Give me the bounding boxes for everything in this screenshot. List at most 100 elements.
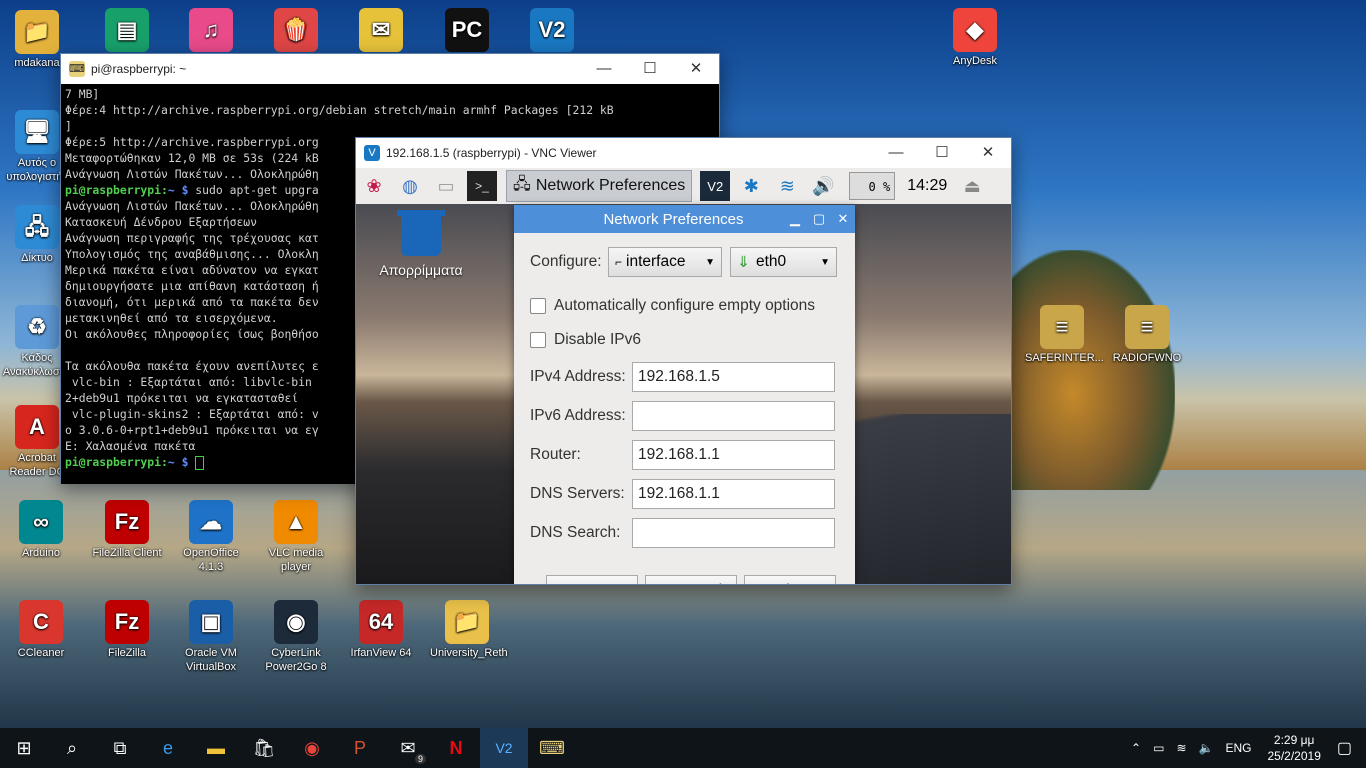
eject-icon[interactable]: ⏏ xyxy=(957,171,987,201)
disable-ipv6-row[interactable]: Disable IPv6 xyxy=(530,331,641,349)
netflix-icon[interactable]: N xyxy=(432,728,480,768)
bluetooth-icon[interactable]: ✱ xyxy=(736,171,766,201)
apply-button[interactable]: Εφαρμογή xyxy=(645,575,737,584)
search-icon[interactable]: ⌕ xyxy=(48,728,96,768)
raspberry-menu-icon[interactable]: ❀ xyxy=(359,171,389,201)
taskbar-network-preferences[interactable]: 🖧 Network Preferences xyxy=(506,170,693,202)
openoffice-icon: ☁ xyxy=(189,500,233,544)
vnc-titlebar[interactable]: V 192.168.1.5 (raspberrypi) - VNC Viewer… xyxy=(356,138,1011,168)
battery-icon[interactable]: ▭ xyxy=(1153,741,1164,755)
np-maximize-button[interactable]: ▢ xyxy=(807,211,831,227)
desktop-icon-saferinter[interactable]: ≡ SAFERINTER... xyxy=(1025,305,1104,365)
prompt-sep: : xyxy=(161,183,168,197)
configure-type-select[interactable]: ⌐ interface ▼ xyxy=(608,247,722,277)
language-indicator[interactable]: ENG xyxy=(1225,741,1251,755)
cpu-monitor[interactable]: 0 % xyxy=(849,172,896,200)
desktop-icon-virtualbox[interactable]: ▣ Oracle VM VirtualBox xyxy=(174,600,248,674)
vnc-taskbar-icon[interactable]: V2 xyxy=(480,728,528,768)
disable-ipv6-checkbox[interactable] xyxy=(530,332,546,348)
desktop-icon-label: FileZilla Client xyxy=(92,547,162,559)
file-manager-icon[interactable]: ▭ xyxy=(431,171,461,201)
acrobat-icon: A xyxy=(15,405,59,449)
vnc-minimize-button[interactable]: — xyxy=(873,138,919,168)
folder-icon: 📁 xyxy=(445,600,489,644)
auto-configure-row[interactable]: Automatically configure empty options xyxy=(530,297,815,315)
pi-screen[interactable]: ❀ ◍ ▭ >_ 🖧 Network Preferences V2 ✱ ≋ 🔊 … xyxy=(356,168,1011,584)
filezilla-icon: Fz xyxy=(105,600,149,644)
trash-desktop-icon[interactable]: Απορρίμματα xyxy=(376,210,466,278)
terminal-line: Φέρε:4 http://archive.raspberrypi.org/de… xyxy=(65,103,614,117)
interface-value: eth0 xyxy=(756,253,787,270)
volume-icon[interactable]: 🔊 xyxy=(808,171,838,201)
prompt-command: sudo apt-get upgra xyxy=(188,183,319,197)
desktop-icon-anydesk[interactable]: ◆ AnyDesk xyxy=(938,8,1012,68)
terminal-icon[interactable]: >_ xyxy=(467,171,497,201)
wifi-icon[interactable]: ≋ xyxy=(772,171,802,201)
recycle-bin-icon: ♻ xyxy=(15,305,59,349)
pi-clock[interactable]: 14:29 xyxy=(907,177,947,195)
desktop-icon-top7[interactable]: V2 xyxy=(515,8,589,54)
system-tray: ⌃ ▭ ≋ 🔈 ENG 2:29 μμ 25/2/2019 ▢ xyxy=(1125,728,1366,768)
store-icon[interactable]: 🛍 xyxy=(240,728,288,768)
task-label: Network Preferences xyxy=(535,177,686,194)
desktop-icon-label: mdakana xyxy=(14,57,60,69)
chrome-icon[interactable]: ◉ xyxy=(288,728,336,768)
desktop-icon-label: CyberLink Power2Go 8 xyxy=(265,647,327,673)
chevron-up-icon[interactable]: ⌃ xyxy=(1131,741,1141,755)
terminal-titlebar[interactable]: ⌨ pi@raspberrypi: ~ — ☐ ✕ xyxy=(61,54,719,84)
interface-select[interactable]: ⇓ eth0 ▼ xyxy=(730,247,837,277)
file-explorer-icon[interactable]: ▬ xyxy=(192,728,240,768)
desktop-icon-university[interactable]: 📁 University_Reth xyxy=(430,600,508,660)
vnc-server-icon[interactable]: V2 xyxy=(700,171,731,201)
prompt-user: pi@raspberrypi xyxy=(65,455,162,469)
desktop-icon-label: FileZilla xyxy=(108,647,146,659)
dns-search-field[interactable] xyxy=(632,518,835,548)
desktop-icon-top3[interactable]: ♫ xyxy=(174,8,248,54)
start-windows-icon[interactable]: ⊞ xyxy=(0,728,48,768)
vnc-maximize-button[interactable]: ☐ xyxy=(919,138,965,168)
putty-taskbar-icon[interactable]: ⌨ xyxy=(528,728,576,768)
action-center-icon[interactable]: ▢ xyxy=(1337,738,1352,758)
desktop-icon-filezilla[interactable]: Fz FileZilla xyxy=(90,600,164,660)
dns-servers-field[interactable]: 192.168.1.1 xyxy=(632,479,835,509)
desktop-icon-top4[interactable]: 🍿 xyxy=(259,8,333,54)
clock[interactable]: 2:29 μμ 25/2/2019 xyxy=(1267,732,1320,764)
desktop-icon-top5[interactable]: ✉ xyxy=(344,8,418,54)
auto-configure-checkbox[interactable] xyxy=(530,298,546,314)
np-titlebar[interactable]: Network Preferences ▁ ▢ ✕ xyxy=(514,205,855,233)
mail-icon[interactable]: ✉ 9 xyxy=(384,728,432,768)
maximize-button[interactable]: ☐ xyxy=(627,54,673,84)
wifi-tray-icon[interactable]: ≋ xyxy=(1176,741,1186,755)
ipv6-address-field[interactable] xyxy=(632,401,835,431)
desktop-icon-arduino[interactable]: ∞ Arduino xyxy=(4,500,78,560)
router-field[interactable]: 192.168.1.1 xyxy=(632,440,835,470)
desktop-icon-irfanview[interactable]: 64 IrfanView 64 xyxy=(344,600,418,660)
desktop-icon-openoffice[interactable]: ☁ OpenOffice 4.1.3 xyxy=(174,500,248,574)
np-minimize-button[interactable]: ▁ xyxy=(783,211,807,227)
minimize-button[interactable]: — xyxy=(581,54,627,84)
desktop-icon-filezilla-client[interactable]: Fz FileZilla Client xyxy=(90,500,164,560)
edge-icon[interactable]: e xyxy=(144,728,192,768)
np-close-button[interactable]: ✕ xyxy=(831,211,855,227)
desktop-icon-top2[interactable]: ▤ xyxy=(90,8,164,54)
filezilla-icon: Fz xyxy=(105,500,149,544)
task-view-icon[interactable]: ⧉ xyxy=(96,728,144,768)
document-icon: ≡ xyxy=(1125,305,1169,349)
powerpoint-icon[interactable]: P xyxy=(336,728,384,768)
ipv4-address-field[interactable]: 192.168.1.5 xyxy=(632,362,835,392)
pi-panel: ❀ ◍ ▭ >_ 🖧 Network Preferences V2 ✱ ≋ 🔊 … xyxy=(356,168,1011,205)
vnc-close-button[interactable]: ✕ xyxy=(965,138,1011,168)
vnc-window[interactable]: V 192.168.1.5 (raspberrypi) - VNC Viewer… xyxy=(355,137,1012,585)
popcorn-icon: 🍿 xyxy=(274,8,318,52)
clear-button[interactable]: Clear xyxy=(546,575,638,584)
desktop-icon-ccleaner[interactable]: C CCleaner xyxy=(4,600,78,660)
desktop-icon-cyberlink[interactable]: ◉ CyberLink Power2Go 8 xyxy=(259,600,333,674)
desktop-icon-radiofwno[interactable]: ≡ RADIOFWNO xyxy=(1110,305,1184,365)
mail-badge: 9 xyxy=(414,754,426,764)
web-browser-icon[interactable]: ◍ xyxy=(395,171,425,201)
desktop-icon-vlc[interactable]: ▲ VLC media player xyxy=(259,500,333,574)
close-button[interactable]: ✕ xyxy=(673,54,719,84)
close-dialog-button[interactable]: Κλείσιμο xyxy=(744,575,836,584)
desktop-icon-top6[interactable]: PC xyxy=(430,8,504,54)
volume-tray-icon[interactable]: 🔈 xyxy=(1199,741,1214,755)
